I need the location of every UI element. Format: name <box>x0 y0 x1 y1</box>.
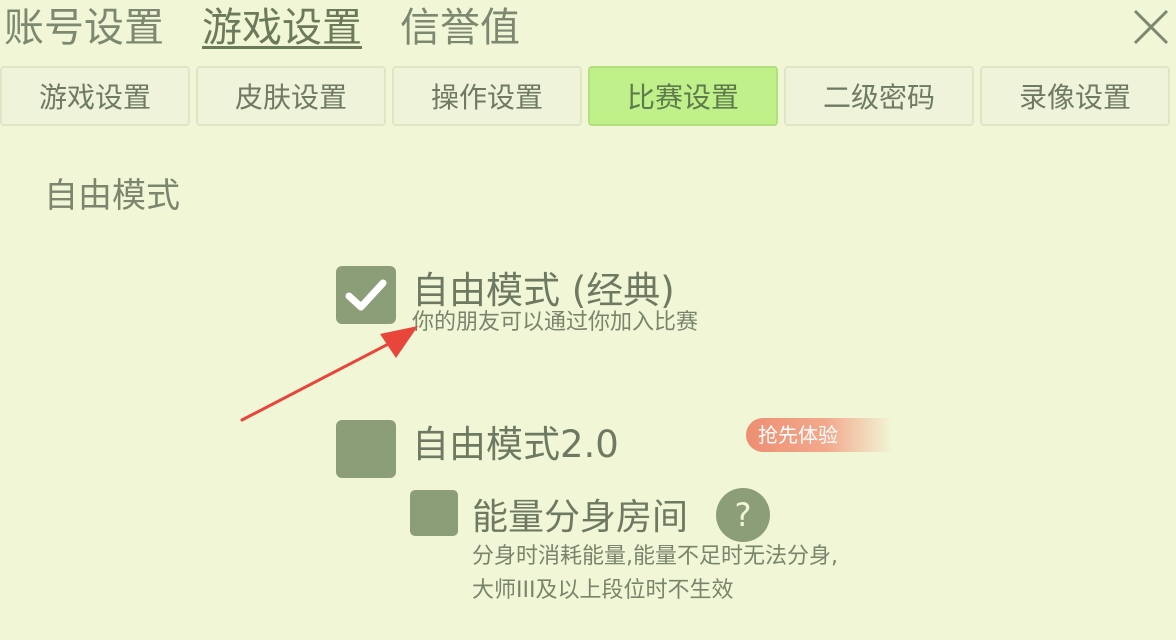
energy-clone-room-description: 分身时消耗能量,能量不足时无法分身, 大师III及以上段位时不生效 <box>472 540 838 608</box>
subtab-skin-settings[interactable]: 皮肤设置 <box>196 66 386 126</box>
tab-account-settings[interactable]: 账号设置 <box>4 5 164 51</box>
help-icon[interactable]: ? <box>716 488 770 542</box>
mode-2-label: 自由模式2.0 <box>412 423 619 466</box>
subtab-secondary-password[interactable]: 二级密码 <box>784 66 974 126</box>
subtab-game-settings[interactable]: 游戏设置 <box>0 66 190 126</box>
tab-credit-score[interactable]: 信誉值 <box>400 5 520 51</box>
description-line-2: 大师III及以上段位时不生效 <box>472 578 734 603</box>
red-arrow-annotation <box>240 326 418 422</box>
early-access-badge: 抢先体验 <box>746 418 892 452</box>
subtab-match-settings[interactable]: 比赛设置 <box>588 66 778 126</box>
section-title: 自由模式 <box>44 176 180 216</box>
close-icon[interactable] <box>1132 8 1170 46</box>
sub-tab-bar: 游戏设置 皮肤设置 操作设置 比赛设置 二级密码 录像设置 <box>0 66 1176 130</box>
top-tab-bar: 账号设置 游戏设置 信誉值 <box>0 0 558 56</box>
description-line-1: 分身时消耗能量,能量不足时无法分身, <box>472 544 838 569</box>
subtab-control-settings[interactable]: 操作设置 <box>392 66 582 126</box>
subtab-replay-settings[interactable]: 录像设置 <box>980 66 1170 126</box>
energy-clone-room-checkbox[interactable] <box>410 490 458 536</box>
checkmark-icon <box>345 279 387 311</box>
tab-game-settings[interactable]: 游戏设置 <box>202 5 362 51</box>
energy-clone-room-label: 能量分身房间 <box>472 497 689 538</box>
classic-mode-description: 你的朋友可以通过你加入比赛 <box>412 310 699 335</box>
